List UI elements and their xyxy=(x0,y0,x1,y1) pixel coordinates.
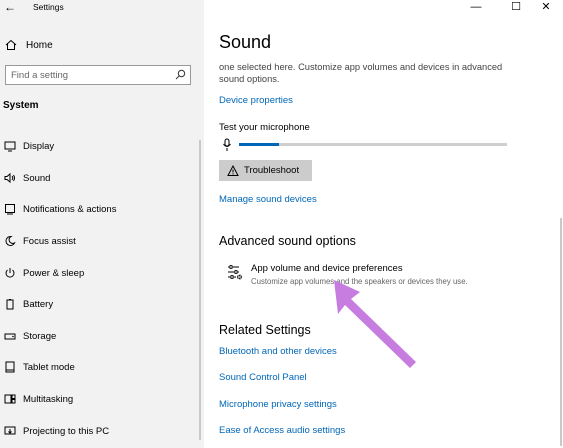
device-properties-link[interactable]: Device properties xyxy=(219,95,293,106)
maximize-button[interactable]: ☐ xyxy=(506,0,526,14)
sidebar-item-label: Sound xyxy=(23,172,51,184)
home-icon xyxy=(5,39,17,50)
microphone-icon xyxy=(223,138,231,151)
sound-control-panel-link[interactable]: Sound Control Panel xyxy=(219,372,307,383)
warning-icon xyxy=(227,164,239,176)
manage-sound-devices-link[interactable]: Manage sound devices xyxy=(219,194,317,205)
microphone-privacy-link[interactable]: Microphone privacy settings xyxy=(219,399,337,410)
notification-icon xyxy=(4,203,16,215)
power-icon xyxy=(4,267,16,279)
mic-level-fill xyxy=(239,143,280,146)
multitasking-icon xyxy=(4,393,16,405)
sidebar-item-label: Storage xyxy=(23,330,57,342)
sidebar-item-label: Projecting to this PC xyxy=(23,425,110,437)
bluetooth-devices-link[interactable]: Bluetooth and other devices xyxy=(219,346,337,357)
back-arrow-icon[interactable]: ← xyxy=(4,0,16,14)
projecting-icon xyxy=(4,425,16,437)
sidebar-item-multitasking[interactable]: Multitasking xyxy=(0,389,200,409)
sidebar-item-notifications[interactable]: Notifications & actions xyxy=(0,199,200,219)
monitor-icon xyxy=(4,140,16,152)
search-placeholder: Find a setting xyxy=(11,70,69,81)
search-icon[interactable] xyxy=(175,69,186,80)
sidebar-item-sound[interactable]: Sound xyxy=(0,168,200,188)
app-volume-link[interactable]: App volume and device preferences xyxy=(251,263,403,274)
app-volume-icon[interactable] xyxy=(227,264,243,280)
sidebar-item-projecting[interactable]: Projecting to this PC xyxy=(0,421,200,441)
sidebar-item-label: Display xyxy=(23,140,55,152)
sidebar-item-display[interactable]: Display xyxy=(0,136,200,156)
related-settings-heading: Related Settings xyxy=(219,323,311,337)
test-mic-label: Test your microphone xyxy=(219,122,310,133)
minimize-button[interactable]: — xyxy=(466,0,486,14)
annotation-arrow xyxy=(334,280,416,368)
sidebar-item-battery[interactable]: Battery xyxy=(0,294,200,314)
ease-of-access-audio-link[interactable]: Ease of Access audio settings xyxy=(219,425,345,436)
sidebar-item-label: Notifications & actions xyxy=(23,203,117,215)
page-description: one selected here. Customize app volumes… xyxy=(219,62,503,84)
sidebar-item-label: Power & sleep xyxy=(23,267,85,279)
sidebar-item-label: Tablet mode xyxy=(23,361,75,373)
sidebar-item-power-sleep[interactable]: Power & sleep xyxy=(0,263,200,283)
speaker-icon xyxy=(4,172,16,184)
moon-icon xyxy=(4,235,16,247)
search-input[interactable]: Find a setting xyxy=(5,65,191,85)
advanced-sound-heading: Advanced sound options xyxy=(219,234,356,248)
window-title: Settings xyxy=(33,2,64,12)
tablet-icon xyxy=(4,361,16,373)
sidebar-item-focus-assist[interactable]: Focus assist xyxy=(0,231,200,251)
sidebar: ← Settings Home Find a setting System Di… xyxy=(0,0,204,448)
storage-icon xyxy=(4,330,16,342)
title-bar: ← Settings xyxy=(0,0,204,16)
sidebar-item-label: Multitasking xyxy=(23,393,74,405)
troubleshoot-button[interactable]: Troubleshoot xyxy=(219,160,312,181)
close-button[interactable]: ✕ xyxy=(536,0,556,14)
home-nav-item[interactable]: Home xyxy=(5,36,53,54)
troubleshoot-label: Troubleshoot xyxy=(244,165,300,176)
mic-level-meter xyxy=(239,143,507,146)
sidebar-item-label: Focus assist xyxy=(23,235,76,247)
sidebar-scrollbar[interactable] xyxy=(199,140,201,440)
sidebar-item-tablet-mode[interactable]: Tablet mode xyxy=(0,357,200,377)
main-scrollbar[interactable] xyxy=(560,218,562,446)
page-title: Sound xyxy=(219,32,272,52)
section-label-system: System xyxy=(3,100,39,111)
sidebar-item-storage[interactable]: Storage xyxy=(0,326,200,346)
home-label: Home xyxy=(26,39,53,51)
sidebar-item-label: Battery xyxy=(23,298,54,310)
battery-icon xyxy=(4,298,16,310)
